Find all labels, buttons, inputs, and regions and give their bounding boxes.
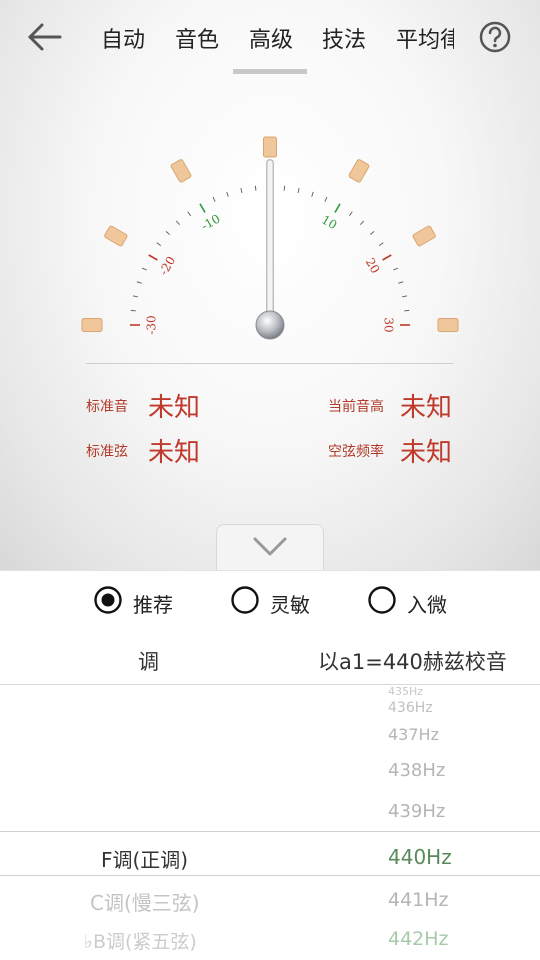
mode-label-sensitive[interactable]: 灵敏 <box>270 589 310 618</box>
standard-string-label: 标准弦 <box>86 444 128 460</box>
gauge-tick <box>283 185 286 191</box>
gauge-tick <box>254 185 257 191</box>
gauge-tick <box>136 281 142 284</box>
gauge-tick <box>404 309 410 312</box>
help-button[interactable] <box>478 20 512 54</box>
standard-pitch-value: 未知 <box>148 393 201 423</box>
key-option[interactable]: C调(慢三弦) <box>90 887 200 916</box>
gauge-marker-block <box>348 159 370 183</box>
hz-option[interactable]: 436Hz <box>388 700 433 716</box>
mode-label-recommended[interactable]: 推荐 <box>133 589 173 618</box>
selected-key[interactable]: F调(正调) <box>101 844 188 873</box>
gauge-marker-rect <box>412 225 436 247</box>
hz-option[interactable]: 441Hz <box>388 889 449 911</box>
open-string-freq-label: 空弦频率 <box>328 444 384 460</box>
radio-unchecked-icon <box>231 586 259 614</box>
hz-option[interactable]: 438Hz <box>388 760 445 781</box>
gauge-marker-block <box>81 318 103 332</box>
chevron-down-icon <box>253 537 287 556</box>
gauge-tick <box>334 203 341 213</box>
gauge-marker-rect <box>170 159 192 183</box>
gauge-marker-block <box>170 159 192 183</box>
hz-option[interactable]: 439Hz <box>388 801 445 822</box>
gauge-tick <box>359 220 365 226</box>
tab-technique[interactable]: 技法 <box>322 22 366 54</box>
gauge-tick <box>398 281 404 284</box>
gauge-marker-rect <box>263 136 277 158</box>
current-pitch-value: 未知 <box>400 393 453 423</box>
gauge-tick <box>141 267 147 271</box>
gauge-tick <box>348 211 353 217</box>
hz-option[interactable]: 437Hz <box>388 725 439 744</box>
gauge-tick <box>378 242 384 247</box>
gauge-scale-label: -30 <box>145 315 159 334</box>
gauge-tick <box>401 295 408 298</box>
gauge-baseline <box>86 363 454 364</box>
gauge-tick <box>324 196 328 202</box>
back-arrow-icon <box>28 23 62 51</box>
gauge-tick <box>212 196 216 202</box>
gauge-needle-hub <box>255 310 285 340</box>
gauge-scale-label: -20 <box>156 254 178 278</box>
gauge-marker-rect <box>104 225 128 247</box>
standard-pitch-label: 标准音 <box>86 399 128 415</box>
gauge-tick <box>311 191 314 197</box>
tab-equal-temperament[interactable]: 平均律 <box>396 22 454 54</box>
gauge-tick <box>187 211 192 217</box>
selection-top-line <box>0 831 540 832</box>
mode-label-subtle[interactable]: 入微 <box>407 589 447 618</box>
key-option[interactable]: ♭B调(紧五弦) <box>84 927 197 954</box>
gauge-tick <box>382 254 392 261</box>
gauge-marker-rect <box>81 318 103 332</box>
gauge-marker-block <box>263 136 277 158</box>
gauge-tick <box>165 230 171 236</box>
gauge-marker-rect <box>348 159 370 183</box>
radio-unchecked-icon <box>368 586 396 614</box>
gauge-tick <box>240 187 243 194</box>
gauge-tick <box>226 191 229 197</box>
open-string-freq-value: 未知 <box>400 438 453 468</box>
gauge-scale-label: 10 <box>319 212 339 232</box>
hz-option[interactable]: 442Hz <box>388 928 449 950</box>
collapse-button[interactable] <box>216 524 324 570</box>
radio-subtle[interactable] <box>368 586 396 614</box>
selection-bottom-line <box>0 875 540 876</box>
picker-header: 调 以a1=440赫兹校音 <box>0 631 540 685</box>
tuner-panel: 自动 音色 高级 技法 平均律 -30 -20 -10 10 20 30 标准音 未知 标… <box>0 0 540 570</box>
key-frequency-picker[interactable]: 435Hz 436Hz 437Hz 438Hz 439Hz F调(正调) 440… <box>0 685 540 960</box>
gauge-scale-label: -10 <box>199 211 223 233</box>
gauge-tick <box>148 254 158 261</box>
tuning-gauge: -30 -20 -10 10 20 30 <box>81 136 459 340</box>
active-tab-indicator <box>233 69 307 74</box>
gauge-tick <box>369 230 375 236</box>
reference-column-header: 以a1=440赫兹校音 <box>318 650 507 674</box>
gauge-tick <box>132 295 139 298</box>
sensitivity-mode-group: 推荐 灵敏 入微 <box>0 570 540 632</box>
tab-advanced[interactable]: 高级 <box>249 22 293 54</box>
hz-option[interactable]: 435Hz <box>388 685 423 698</box>
radio-sensitive[interactable] <box>231 586 259 614</box>
selected-hz[interactable]: 440Hz <box>388 845 452 869</box>
gauge-tick <box>156 242 162 247</box>
help-icon <box>479 21 511 53</box>
gauge-scale-label: 20 <box>363 256 383 276</box>
standard-string-value: 未知 <box>148 438 201 468</box>
tab-auto[interactable]: 自动 <box>101 22 145 54</box>
current-pitch-label: 当前音高 <box>328 399 384 415</box>
radio-recommended[interactable] <box>94 586 122 614</box>
gauge-tick <box>393 267 399 271</box>
gauge-marker-block <box>412 225 436 247</box>
gauge-marker-block <box>437 318 459 332</box>
key-column-header: 调 <box>138 650 159 674</box>
radio-checked-icon <box>94 586 122 614</box>
gauge-tick <box>297 187 300 194</box>
gauge-scale-label: 30 <box>382 317 396 332</box>
gauge-marker-block <box>104 225 128 247</box>
gauge-marker-rect <box>437 318 459 332</box>
back-button[interactable] <box>22 18 66 58</box>
gauge-tick <box>175 220 181 226</box>
tab-timbre[interactable]: 音色 <box>175 22 219 54</box>
gauge-tick <box>199 203 206 213</box>
gauge-tick <box>130 309 136 312</box>
